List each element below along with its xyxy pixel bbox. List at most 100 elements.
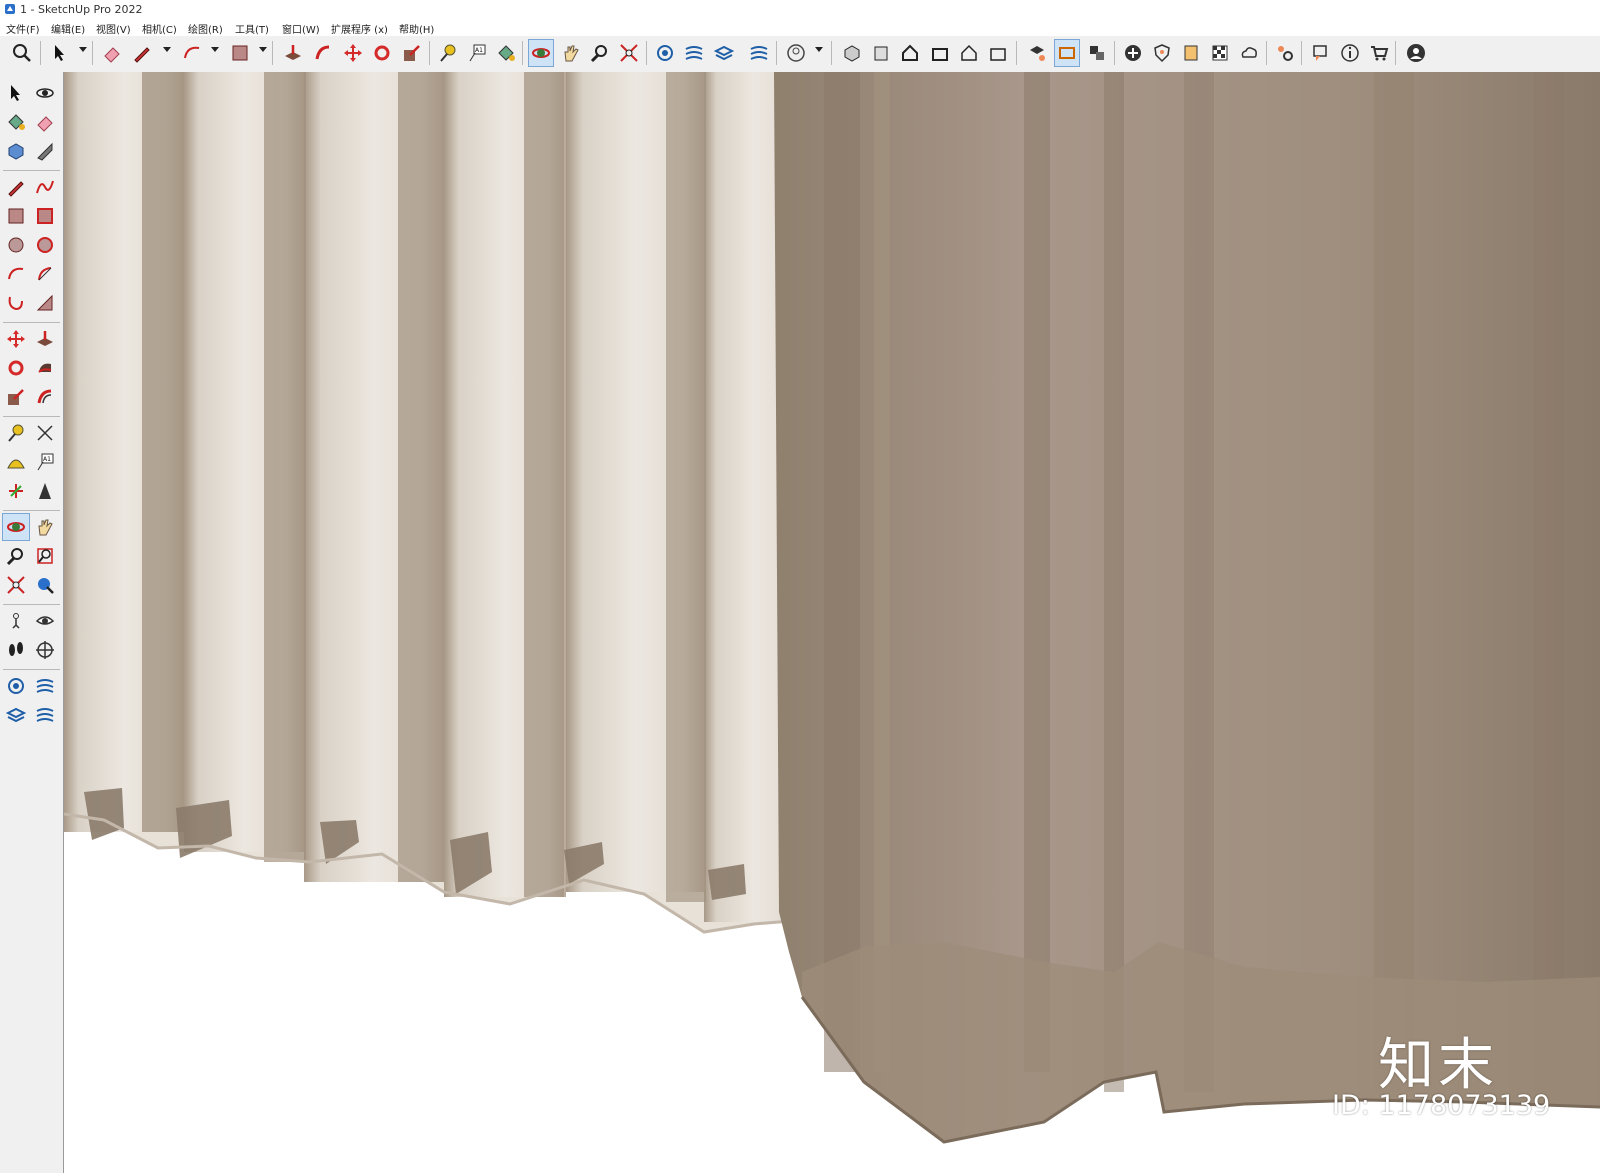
scale-icon[interactable] [3, 384, 29, 410]
menu-draw[interactable]: 绘图(R) [188, 21, 223, 36]
rotated-rectangle-icon[interactable] [32, 203, 58, 229]
pan-icon[interactable] [32, 514, 58, 540]
search-icon[interactable] [10, 40, 34, 66]
shield-icon[interactable] [1150, 40, 1174, 66]
select-icon[interactable] [3, 80, 29, 106]
extension-icon[interactable] [32, 673, 58, 699]
zoom-extents-icon[interactable] [617, 40, 641, 66]
style-icon[interactable] [1208, 40, 1232, 66]
scene-icon[interactable] [1085, 40, 1109, 66]
orbit-icon[interactable] [32, 80, 58, 106]
upload-icon[interactable] [32, 702, 58, 728]
top-view-icon[interactable] [869, 40, 893, 66]
tape-measure-icon[interactable] [3, 420, 29, 446]
back-view-icon[interactable] [957, 40, 981, 66]
menu-tools[interactable]: 工具(T) [235, 21, 269, 36]
left-view-icon[interactable] [986, 40, 1010, 66]
section-icon[interactable] [1025, 40, 1049, 66]
pencil-dropdown-icon[interactable] [163, 47, 171, 52]
orbit-icon[interactable] [528, 39, 554, 67]
front-view-icon[interactable] [898, 40, 922, 66]
three-point-arc-icon[interactable] [32, 290, 58, 316]
paint-bucket-icon[interactable] [494, 40, 518, 66]
layers-icon[interactable] [712, 40, 736, 66]
walk-icon[interactable] [3, 637, 29, 663]
arc-icon[interactable] [3, 261, 29, 287]
model-viewport[interactable]: 知末 ID: 1178073139 [64, 72, 1600, 1173]
user-dropdown-icon[interactable] [815, 47, 823, 52]
move-icon[interactable] [341, 40, 365, 66]
cart-icon[interactable] [1367, 40, 1391, 66]
protractor-icon[interactable] [3, 449, 29, 475]
menu-view[interactable]: 视图(V) [96, 21, 131, 36]
axes-icon[interactable] [3, 478, 29, 504]
pencil-icon[interactable] [130, 40, 154, 66]
window-title: 1 - SketchUp Pro 2022 [20, 3, 143, 16]
components-icon[interactable] [3, 138, 29, 164]
materials-icon[interactable] [1179, 40, 1203, 66]
arc-dropdown-icon[interactable] [211, 47, 219, 52]
add-icon[interactable] [1121, 40, 1145, 66]
circle-icon[interactable] [3, 232, 29, 258]
cloud-icon[interactable] [1237, 40, 1261, 66]
pencil-icon[interactable] [3, 174, 29, 200]
menu-extensions[interactable]: 扩展程序 (x) [331, 21, 388, 36]
right-view-icon[interactable] [928, 40, 952, 66]
look-around-icon[interactable] [32, 608, 58, 634]
section-plane-icon[interactable] [32, 637, 58, 663]
previous-view-icon[interactable] [32, 572, 58, 598]
menu-camera[interactable]: 相机(C) [142, 21, 177, 36]
3d-text-icon[interactable] [32, 478, 58, 504]
settings-icon[interactable] [1273, 40, 1297, 66]
menu-window[interactable]: 窗口(W) [282, 21, 320, 36]
zoom-extents-icon[interactable] [3, 572, 29, 598]
tape-measure-icon[interactable] [436, 40, 460, 66]
account-icon[interactable] [1404, 40, 1428, 66]
eraser-icon[interactable] [100, 40, 124, 66]
user-icon[interactable] [784, 40, 808, 66]
select-icon[interactable] [48, 40, 72, 66]
menu-file[interactable]: 文件(F) [6, 21, 40, 36]
zoom-icon[interactable] [3, 543, 29, 569]
position-camera-icon[interactable] [3, 608, 29, 634]
push-pull-icon[interactable] [32, 326, 58, 352]
two-point-arc-icon[interactable] [3, 290, 29, 316]
rectangle-dropdown-icon[interactable] [259, 47, 267, 52]
warehouse-icon[interactable] [3, 673, 29, 699]
scale-icon[interactable] [400, 40, 424, 66]
comment-icon[interactable] [1309, 40, 1333, 66]
tag-icon[interactable] [32, 138, 58, 164]
info-icon[interactable] [1338, 40, 1362, 66]
select-dropdown-icon[interactable] [79, 47, 87, 52]
rotate-icon[interactable] [370, 40, 394, 66]
menu-edit[interactable]: 编辑(E) [51, 21, 85, 36]
dimension-icon[interactable] [32, 420, 58, 446]
zoom-window-icon[interactable] [32, 543, 58, 569]
share-model-icon[interactable] [3, 702, 29, 728]
display-section-icon[interactable] [1054, 39, 1080, 67]
offset-icon[interactable] [32, 384, 58, 410]
pie-icon[interactable] [32, 261, 58, 287]
zoom-icon[interactable] [588, 40, 612, 66]
iso-view-icon[interactable] [840, 40, 864, 66]
pan-icon[interactable] [559, 40, 583, 66]
menu-help[interactable]: 帮助(H) [399, 21, 434, 36]
rectangle-icon[interactable] [3, 203, 29, 229]
rotate-icon[interactable] [3, 355, 29, 381]
rectangle-icon[interactable] [228, 40, 252, 66]
text-icon[interactable]: A1 [32, 449, 58, 475]
orbit-icon[interactable] [2, 513, 30, 541]
follow-me-icon[interactable] [32, 355, 58, 381]
warehouse-icon[interactable] [653, 40, 677, 66]
move-icon[interactable] [3, 326, 29, 352]
freehand-icon[interactable] [32, 174, 58, 200]
extension-icon[interactable] [682, 40, 706, 66]
arc-icon[interactable] [180, 40, 204, 66]
text-icon[interactable]: A1 [465, 40, 489, 66]
eraser-icon[interactable] [32, 109, 58, 135]
components-icon[interactable] [747, 40, 771, 66]
paint-bucket-icon[interactable] [3, 109, 29, 135]
polygon-icon[interactable] [32, 232, 58, 258]
follow-me-icon[interactable] [311, 40, 335, 66]
push-pull-icon[interactable] [281, 40, 305, 66]
